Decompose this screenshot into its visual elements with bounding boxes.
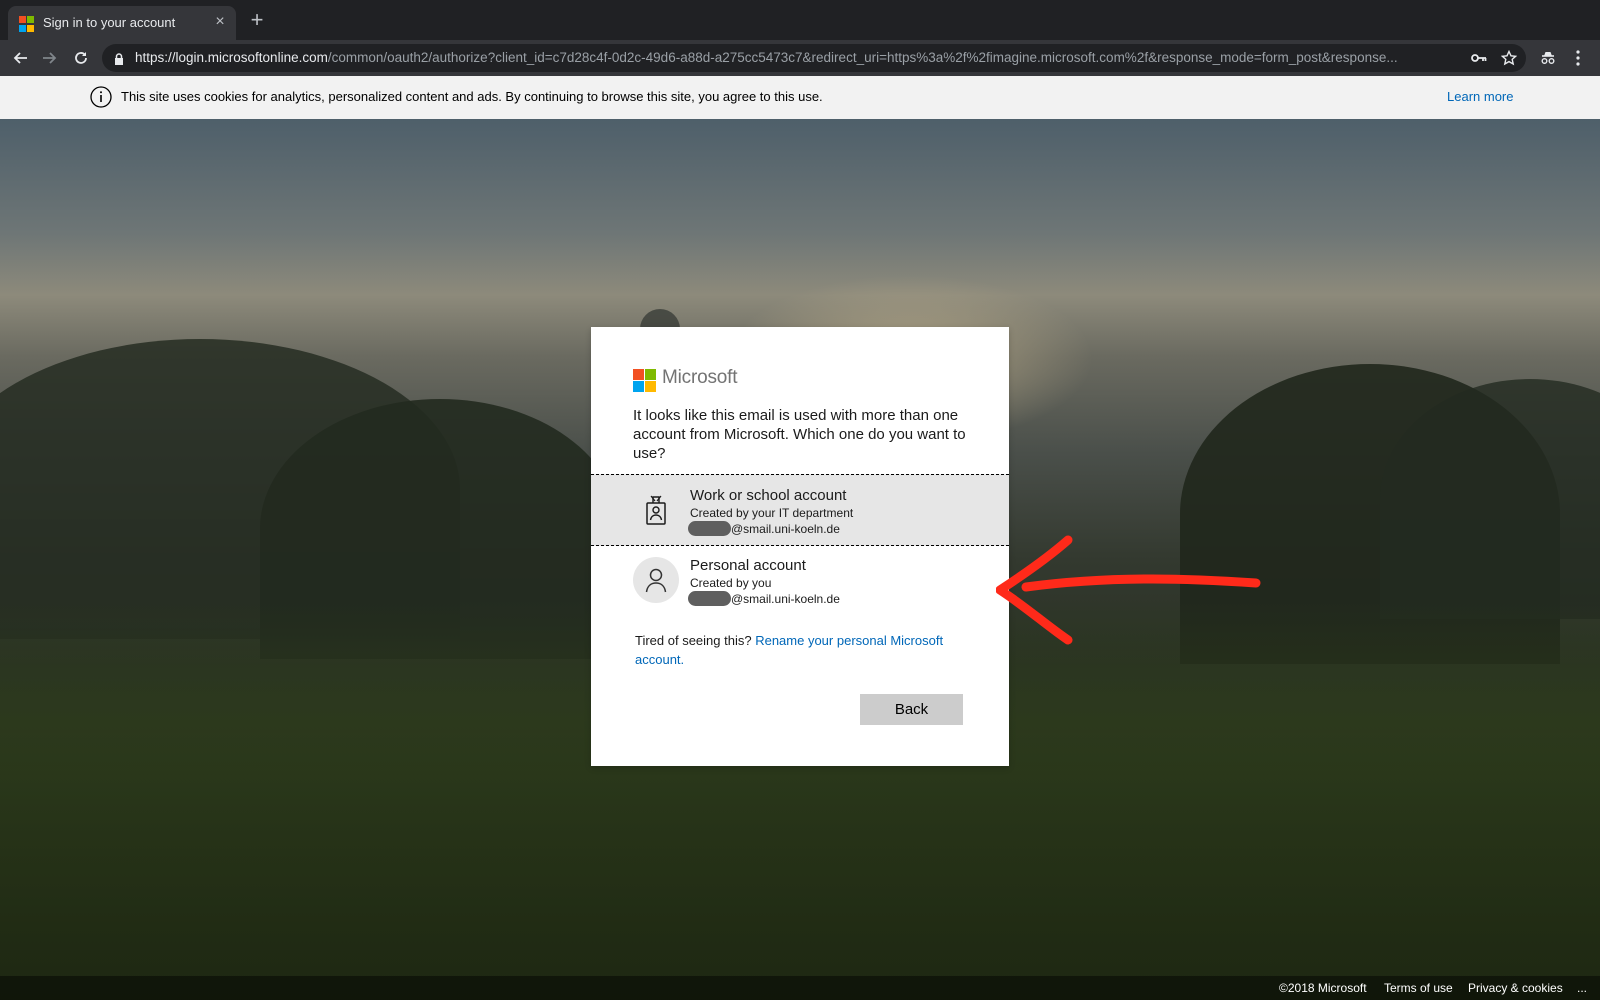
red-arrow-annotation-icon: [996, 535, 1261, 645]
personal-account-title: Personal account: [690, 557, 806, 574]
bookmark-star-icon[interactable]: [1500, 49, 1518, 67]
browser-tab-strip: Sign in to your account × +: [0, 0, 1600, 40]
menu-kebab-icon[interactable]: [1566, 46, 1590, 70]
reload-icon[interactable]: [69, 46, 93, 70]
personal-account-subtitle: Created by you: [690, 576, 772, 590]
work-account-email-suffix: @smail.uni-koeln.de: [731, 521, 840, 536]
forward-arrow-icon[interactable]: [38, 46, 62, 70]
cookie-message: This site uses cookies for analytics, pe…: [121, 89, 823, 104]
microsoft-favicon-icon: [19, 16, 35, 32]
rename-hint-text: Tired of seeing this?: [635, 633, 756, 648]
tab-title: Sign in to your account: [43, 15, 176, 30]
redacted-email-prefix: [688, 591, 731, 606]
key-icon[interactable]: [1470, 49, 1488, 67]
url-host: https://login.microsoftonline.com: [135, 50, 328, 65]
incognito-icon[interactable]: [1536, 46, 1560, 70]
work-account-subtitle: Created by your IT department: [690, 506, 854, 520]
footer-more-icon[interactable]: ...: [1577, 981, 1587, 995]
redacted-email-prefix: [688, 521, 731, 536]
page-footer: ©2018 Microsoft Terms of use Privacy & c…: [0, 976, 1600, 1000]
learn-more-link[interactable]: Learn more: [1447, 89, 1513, 104]
url-text: https://login.microsoftonline.com/common…: [135, 50, 1465, 65]
back-arrow-icon[interactable]: [8, 46, 32, 70]
rename-hint: Tired of seeing this? Rename your person…: [635, 631, 955, 669]
address-bar[interactable]: https://login.microsoftonline.com/common…: [102, 44, 1526, 72]
badge-icon: [633, 487, 679, 533]
lock-icon: [114, 52, 124, 70]
personal-account-option[interactable]: Personal account Created by you @smail.u…: [591, 545, 1009, 615]
info-icon: [90, 86, 112, 113]
terms-of-use-link[interactable]: Terms of use: [1384, 981, 1453, 995]
browser-tab[interactable]: Sign in to your account ×: [8, 6, 236, 40]
cookie-banner: This site uses cookies for analytics, pe…: [0, 76, 1600, 119]
url-path: /common/oauth2/authorize?client_id=c7d28…: [327, 50, 1398, 65]
back-button[interactable]: Back: [860, 694, 963, 725]
privacy-cookies-link[interactable]: Privacy & cookies: [1468, 981, 1563, 995]
person-icon: [633, 557, 679, 603]
personal-account-email: @smail.uni-koeln.de: [688, 591, 840, 606]
work-account-title: Work or school account: [690, 487, 847, 504]
copyright-text: ©2018 Microsoft: [1279, 981, 1367, 995]
browser-toolbar: https://login.microsoftonline.com/common…: [0, 40, 1600, 76]
personal-account-email-suffix: @smail.uni-koeln.de: [731, 591, 840, 606]
microsoft-wordmark: Microsoft: [662, 367, 738, 388]
dialog-question: It looks like this email is used with mo…: [633, 407, 966, 462]
work-account-email: @smail.uni-koeln.de: [688, 521, 840, 536]
new-tab-button[interactable]: +: [246, 9, 268, 31]
account-picker-dialog: Microsoft It looks like this email is us…: [591, 327, 1009, 766]
work-account-option[interactable]: Work or school account Created by your I…: [591, 474, 1009, 546]
tab-close-icon[interactable]: ×: [210, 12, 230, 32]
microsoft-logo-icon: [633, 369, 656, 392]
